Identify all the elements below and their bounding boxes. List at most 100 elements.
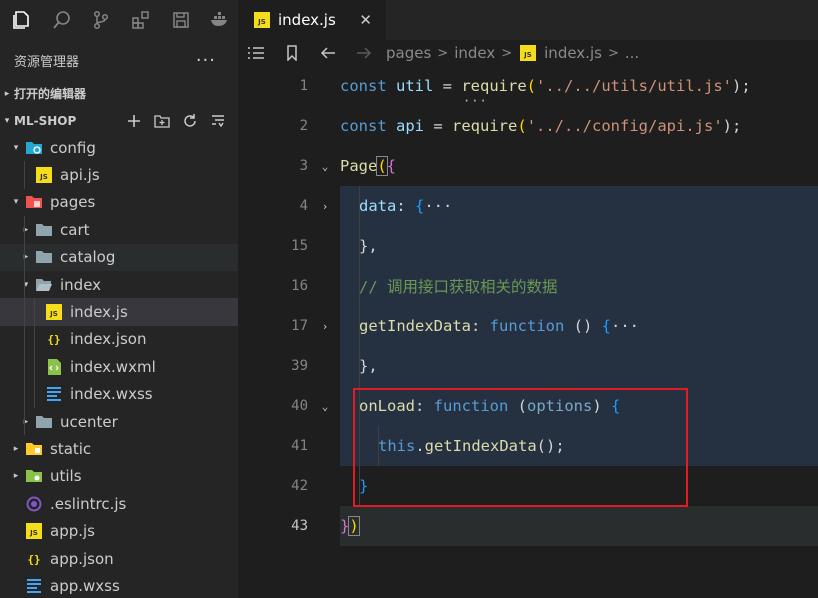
css-file-icon: [44, 385, 64, 403]
tree-item[interactable]: {} app.json: [0, 545, 238, 572]
code-token: },: [359, 357, 378, 375]
tab-label: index.js: [278, 11, 336, 29]
explorer-title: 资源管理器: [14, 54, 80, 70]
tab-index-js[interactable]: JS index.js ✕: [238, 0, 386, 40]
tree-item[interactable]: {} index.json: [0, 325, 238, 354]
docker-icon[interactable]: [202, 0, 238, 40]
chevron-right-icon[interactable]: ›: [318, 306, 332, 346]
tree-item-label: pages: [50, 193, 96, 212]
extensions-icon[interactable]: [123, 0, 159, 40]
collapse-all-icon[interactable]: [208, 111, 228, 131]
bookmark-icon[interactable]: [274, 45, 310, 61]
code-token: const: [340, 117, 387, 135]
js-file-icon: JS: [252, 11, 272, 29]
code-token: const: [340, 77, 387, 95]
line-number: 43: [291, 518, 308, 534]
tree-item[interactable]: ▾ pages: [0, 189, 238, 216]
breadcrumb-index[interactable]: index: [454, 44, 495, 62]
code-token: =: [442, 77, 462, 95]
tree-item-label: config: [50, 138, 96, 157]
project-section[interactable]: ▾ ML-SHOP: [0, 107, 238, 134]
tree-indent-guide: [34, 353, 35, 381]
new-file-icon[interactable]: [124, 111, 144, 131]
breadcrumb-separator-icon: >: [501, 45, 513, 61]
tree-item[interactable]: ▸ utils: [0, 463, 238, 490]
tree-item[interactable]: index.wxml: [0, 353, 238, 381]
chevron-right-icon[interactable]: ▸: [8, 468, 24, 484]
folder-icon: [34, 221, 54, 239]
tree-item[interactable]: ▾ index: [0, 270, 238, 299]
code-token: {: [386, 157, 397, 175]
tree-item[interactable]: index.wxss: [0, 380, 238, 408]
new-folder-icon[interactable]: [152, 111, 172, 131]
tree-item-label: index.wxss: [70, 385, 153, 404]
code-token: Page: [340, 157, 378, 175]
json-file-icon: {}: [24, 550, 44, 568]
line-number: 17: [291, 318, 308, 334]
code-token: function: [489, 317, 565, 335]
code-token: getIndexData: [359, 317, 471, 335]
tree-item[interactable]: ▸ ucenter: [0, 407, 238, 436]
list-icon[interactable]: [238, 45, 274, 61]
code-editor[interactable]: 1 const util = require('../../utils/util…: [238, 66, 818, 598]
tree-item[interactable]: JS app.js: [0, 517, 238, 544]
chevron-down-icon[interactable]: ▾: [8, 140, 24, 156]
breadcrumb-symbol[interactable]: ...: [625, 44, 639, 62]
line-number: 40: [291, 398, 308, 414]
tree-item[interactable]: JS api.js: [0, 161, 238, 189]
chevron-down-icon[interactable]: ▾: [18, 277, 34, 293]
tree-item[interactable]: ▾ config: [0, 134, 238, 161]
back-arrow-icon[interactable]: [310, 45, 346, 61]
explorer-icon[interactable]: [4, 0, 40, 40]
tree-item-label: catalog: [60, 248, 116, 267]
code-token: },: [359, 237, 378, 255]
chevron-right-icon[interactable]: ▸: [18, 414, 34, 430]
code-line: 4 › data: {···: [238, 186, 818, 226]
breadcrumb-file[interactable]: index.js: [544, 44, 602, 62]
folded-ellipsis[interactable]: ···: [611, 317, 639, 335]
css-file-icon: [24, 577, 44, 595]
folder-icon: [34, 413, 54, 431]
code-line: 2 const api = require('../../config/api.…: [238, 106, 818, 146]
tree-item[interactable]: ▸ cart: [0, 216, 238, 244]
folded-ellipsis[interactable]: ···: [424, 197, 452, 215]
tree-indent-guide: [34, 298, 35, 326]
refresh-icon[interactable]: [180, 111, 200, 131]
chevron-down-icon[interactable]: ▾: [8, 194, 24, 210]
chevron-right-icon[interactable]: ▸: [18, 222, 34, 238]
tree-item[interactable]: ▸ catalog: [0, 243, 238, 271]
source-control-icon[interactable]: [83, 0, 119, 40]
chevron-down-icon[interactable]: ⌄: [318, 146, 332, 186]
open-editors-section[interactable]: ▸ 打开的编辑器: [0, 80, 238, 107]
more-actions-icon[interactable]: ···: [196, 50, 216, 71]
chevron-down-icon[interactable]: ⌄: [318, 386, 332, 426]
chevron-right-icon[interactable]: ›: [318, 186, 332, 226]
tree-item[interactable]: JS index.js: [0, 298, 238, 326]
code-token: (: [517, 117, 527, 135]
folder-pages-icon: [24, 193, 44, 211]
tree-indent-guide: [24, 161, 25, 189]
breadcrumb-separator-icon: >: [607, 45, 619, 61]
code-comment: // 调用接口获取相关的数据: [359, 278, 558, 296]
code-token: require: [461, 77, 527, 95]
chevron-right-icon[interactable]: ▸: [18, 249, 34, 265]
search-icon[interactable]: [44, 0, 80, 40]
folder-icon: [34, 248, 54, 266]
file-tree: ▾ config JS api.js ▾ pages ▸ cart ▸ catalog ▾ index…: [0, 134, 238, 598]
chevron-right-icon[interactable]: ▸: [8, 441, 24, 457]
breadcrumb-pages[interactable]: pages: [386, 44, 431, 62]
svg-text:{}: {}: [27, 553, 40, 566]
tree-item-label: app.wxss: [50, 576, 120, 595]
tree-item[interactable]: app.wxss: [0, 572, 238, 598]
line-number: 42: [291, 478, 308, 494]
tree-item[interactable]: ▸ static: [0, 435, 238, 462]
forward-arrow-icon[interactable]: [346, 45, 382, 61]
storage-icon[interactable]: [163, 0, 199, 40]
close-icon[interactable]: ✕: [359, 11, 372, 29]
tree-indent-guide: [24, 298, 25, 326]
tree-item[interactable]: .eslintrc.js: [0, 490, 238, 517]
